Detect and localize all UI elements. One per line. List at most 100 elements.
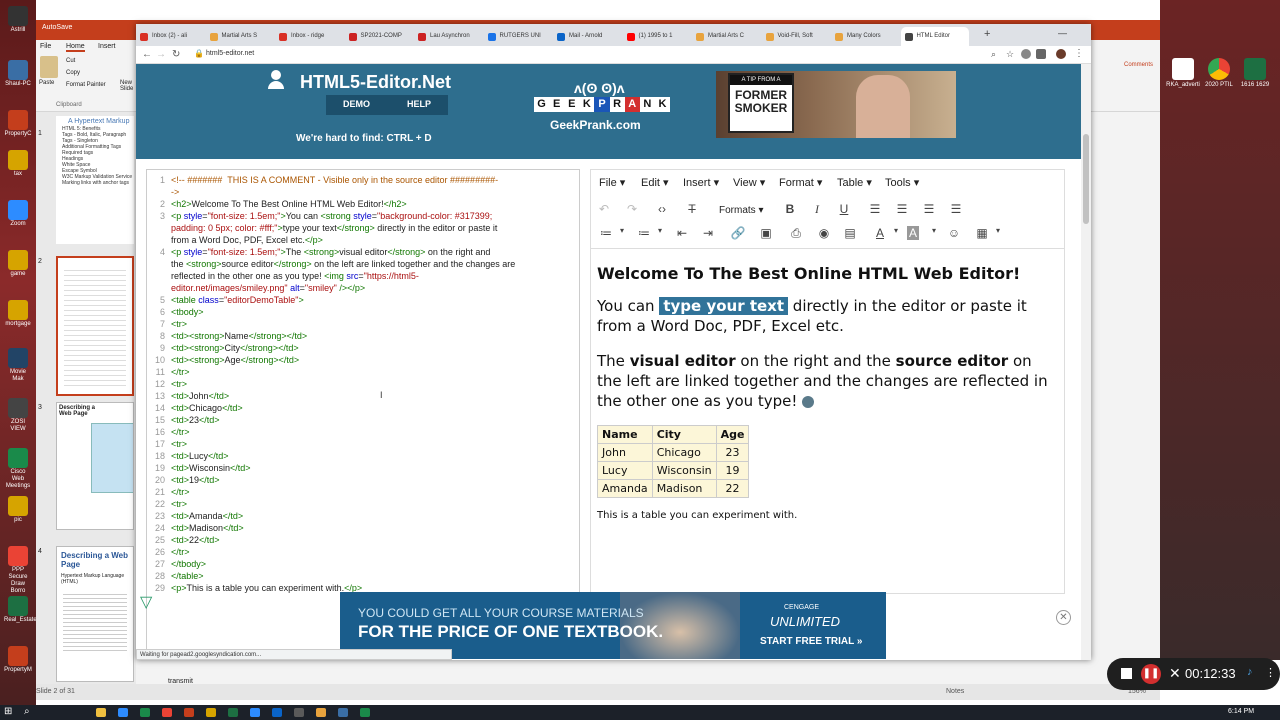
table-cell[interactable]: John (597, 443, 653, 462)
link-icon[interactable]: 🔗 (729, 226, 747, 240)
emoticon-icon[interactable]: ☺ (945, 226, 963, 240)
ribbon-tab-file[interactable]: File (40, 43, 51, 50)
back-icon[interactable]: ← (142, 49, 152, 60)
pause-icon[interactable]: ❚❚ (1141, 664, 1161, 684)
formats-dropdown[interactable]: Formats ▾ (719, 205, 763, 216)
banner-cta[interactable]: START FREE TRIAL » (760, 636, 862, 647)
avatar[interactable] (1056, 49, 1066, 59)
code-line[interactable]: 18 <td>Lucy</td> (147, 450, 579, 462)
desktop-icon[interactable]: PropertyC (4, 110, 32, 138)
desktop-icon[interactable]: Zoom (4, 200, 32, 228)
slide-thumb-2-selected[interactable] (56, 256, 134, 396)
editor-menu-file[interactable]: File ▾ (599, 176, 625, 189)
taskbar-app-icon[interactable] (118, 708, 128, 717)
chevron-down-icon[interactable]: ▾ (613, 226, 631, 235)
code-line[interactable]: 28 </table> (147, 570, 579, 582)
paste-icon[interactable] (40, 56, 58, 78)
code-line[interactable]: 17 <tr> (147, 438, 579, 450)
taskbar-app-icon[interactable] (250, 708, 260, 717)
taskbar-app-icon[interactable] (272, 708, 282, 717)
browser-tab[interactable]: Martial Arts S (206, 27, 275, 46)
taskbar-app-icon[interactable] (184, 708, 194, 717)
new-tab-icon[interactable]: + (984, 28, 990, 40)
microphone-icon[interactable]: ♪ (1247, 666, 1253, 678)
desktop-icon[interactable]: Cisco Web Meetings (4, 448, 32, 490)
code-line[interactable]: 8 <td><strong>Name</strong></td> (147, 330, 579, 342)
browser-tab[interactable]: Inbox (2) - ali (136, 27, 205, 46)
editor-menu-table[interactable]: Table ▾ (837, 176, 872, 189)
desktop-icon[interactable]: Astrill (4, 6, 32, 34)
code-line[interactable]: 23 <td>Amanda</td> (147, 510, 579, 522)
editor-content[interactable]: Welcome To The Best Online HTML Web Edit… (597, 264, 1059, 521)
editor-menu-edit[interactable]: Edit ▾ (641, 176, 669, 189)
forward-icon[interactable]: → (156, 49, 166, 60)
code-line[interactable]: 15 <td>23</td> (147, 414, 579, 426)
desktop-icon[interactable]: pic (4, 496, 32, 524)
taskbar-app-icon[interactable] (294, 708, 304, 717)
chevron-down-icon[interactable]: ▾ (989, 226, 1007, 235)
star-icon[interactable]: ☆ (1006, 49, 1014, 60)
slide-thumb-4[interactable]: Describing a Web Page Hypertext Markup L… (56, 546, 134, 682)
site-brand[interactable]: HTML5-Editor.Net (300, 72, 451, 93)
browser-tab[interactable]: RUTGERS UNI (484, 27, 553, 46)
extension-icon[interactable] (1021, 49, 1031, 59)
code-line[interactable]: 25 <td>22</td> (147, 534, 579, 546)
demo-table[interactable]: Name City Age John Chicago 23 Lucy Wisco… (597, 425, 750, 498)
source-editor[interactable]: 1 <!-- ####### THIS IS A COMMENT - Visibl… (146, 169, 580, 654)
table-header-cell[interactable]: City (651, 425, 717, 444)
desktop-icon[interactable]: Real_Estate (4, 596, 37, 624)
table-cell[interactable]: Chicago (651, 443, 717, 462)
table-cell[interactable]: Wisconsin (651, 461, 717, 480)
autosave-label[interactable]: AutoSave (42, 24, 72, 31)
taskbar-app-icon[interactable] (140, 708, 150, 717)
code-line[interactable]: editor.net/images/smiley.png" alt="smile… (147, 282, 579, 294)
taskbar-app-icon[interactable] (96, 708, 106, 717)
desktop-icon[interactable]: Shaul-PC (4, 60, 32, 88)
browser-tab[interactable]: Void-Fill, Soft (762, 27, 831, 46)
align-left-icon[interactable]: ☰ (866, 202, 884, 216)
close-icon[interactable]: ✕ (1169, 665, 1181, 682)
code-line[interactable]: reflected in the other one as you type! … (147, 270, 579, 282)
new-slide-button[interactable]: New Slide (120, 80, 134, 92)
table-cell[interactable]: Madison (651, 479, 717, 498)
code-line[interactable]: 2 <h2>Welcome To The Best Online HTML Web… (147, 198, 579, 210)
editor-menu-tools[interactable]: Tools ▾ (885, 176, 919, 189)
desktop-icon[interactable]: ZOSI VIEW (4, 398, 32, 433)
code-line[interactable]: 9 <td><strong>City</strong></td> (147, 342, 579, 354)
clear-format-icon[interactable]: T (683, 202, 701, 216)
taskbar-app-icon[interactable] (360, 708, 370, 717)
puzzle-icon[interactable] (1036, 49, 1046, 59)
close-ad-icon[interactable]: ✕ (1056, 610, 1071, 625)
more-icon[interactable]: ⋮ (1265, 666, 1276, 679)
chevron-down-icon[interactable]: ▾ (887, 226, 905, 235)
stop-icon[interactable] (1121, 668, 1132, 679)
bg-color-icon[interactable]: A (907, 226, 919, 240)
browser-tab[interactable]: (1) 1995 to 1 (623, 27, 692, 46)
code-line[interactable]: 3 <p style="font-size: 1.5em;">You can <s… (147, 210, 579, 222)
slide-thumb-3[interactable]: Describing a Web Page (56, 402, 134, 530)
code-line[interactable]: -> (147, 186, 579, 198)
code-line[interactable]: the <strong>source editor</strong> on th… (147, 258, 579, 270)
page-scrollbar[interactable] (1081, 64, 1091, 660)
browser-tab[interactable]: Mail - Arnold (553, 27, 622, 46)
bold-icon[interactable]: B (781, 202, 799, 216)
code-line[interactable]: 4 <p style="font-size: 1.5em;">The <stron… (147, 246, 579, 258)
nav-help-link[interactable]: HELP (407, 99, 431, 109)
code-line[interactable]: 26 </tr> (147, 546, 579, 558)
taskbar-app-icon[interactable] (228, 708, 238, 717)
underline-icon[interactable]: U (835, 202, 853, 216)
geekprank-logo[interactable]: GEEKPRANK (534, 97, 670, 112)
indent-icon[interactable]: ⇥ (699, 226, 717, 240)
redo-icon[interactable]: ↷ (623, 202, 641, 216)
browser-tab[interactable]: Lau Asynchron (414, 27, 483, 46)
editor-menu-view[interactable]: View ▾ (733, 176, 765, 189)
taskbar-app-icon[interactable] (206, 708, 216, 717)
taskbar-app-icon[interactable] (338, 708, 348, 717)
ribbon-tab-home[interactable]: Home (66, 43, 85, 52)
table-cell[interactable]: 22 (715, 479, 750, 498)
print-icon[interactable]: ⎙ (787, 226, 805, 241)
desktop-icon[interactable]: game (4, 250, 32, 278)
comments-button[interactable]: Comments (1124, 62, 1153, 68)
code-line[interactable]: 19 <td>Wisconsin</td> (147, 462, 579, 474)
cut-button[interactable]: Cut (66, 58, 75, 64)
